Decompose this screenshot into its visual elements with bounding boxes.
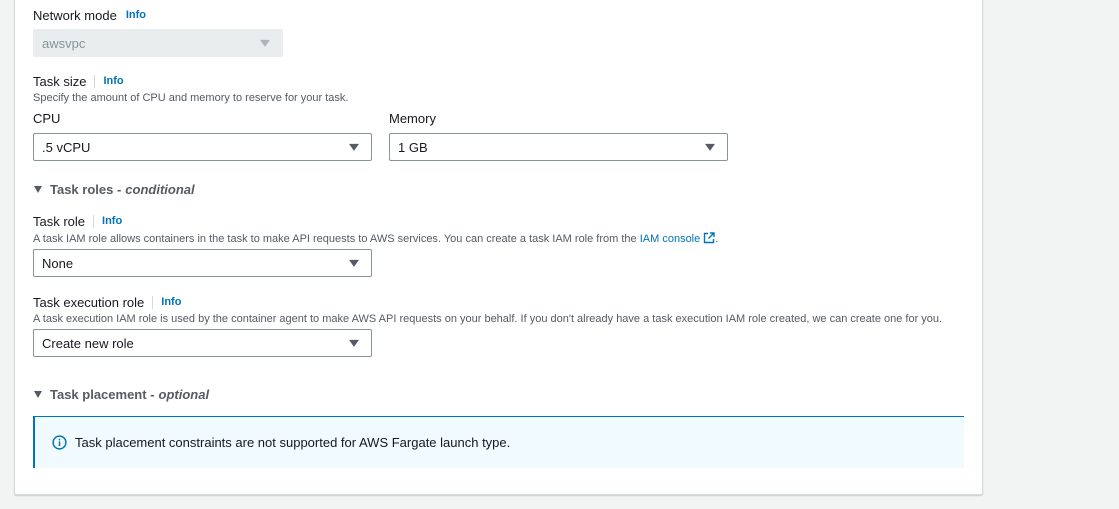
caret-down-icon [34,186,42,193]
task-size-label-row: Task size Info [33,73,124,89]
divider [93,214,95,228]
info-circle-icon [52,435,67,450]
iam-console-link-text: IAM console [639,233,701,245]
task-placement-section-toggle[interactable]: Task placement - optional [34,387,209,402]
memory-select[interactable]: 1 GB [389,133,728,161]
task-placement-alert-text: Task placement constraints are not suppo… [75,435,511,450]
network-mode-label: Network mode [33,7,117,23]
chevron-down-icon [349,339,359,347]
cpu-select[interactable]: .5 vCPU [33,133,372,161]
memory-value: 1 GB [398,139,428,155]
task-size-label: Task size [33,73,87,89]
task-role-description-text: A task IAM role allows containers in the… [33,233,637,245]
task-role-label: Task role [33,213,86,229]
task-placement-title: Task placement - [50,387,155,402]
task-role-value: None [42,255,74,271]
network-mode-value: awsvpc [42,35,86,51]
network-mode-select: awsvpc [33,29,283,57]
task-role-label-row: Task role Info [33,213,122,229]
task-placement-info-alert: Task placement constraints are not suppo… [33,416,964,468]
task-execution-role-value: Create new role [42,335,134,351]
memory-label: Memory [389,111,436,126]
network-mode-info-link[interactable]: Info [126,9,146,21]
task-role-select[interactable]: None [33,249,372,277]
task-execution-role-info-link[interactable]: Info [161,296,181,308]
task-roles-qualifier: conditional [125,182,195,197]
task-role-description: A task IAM role allows containers in the… [33,232,718,245]
task-size-description: Specify the amount of CPU and memory to … [33,92,349,104]
task-placement-qualifier: optional [158,387,210,402]
divider [94,74,96,88]
external-link-icon [704,232,715,244]
task-execution-role-label: Task execution role [33,294,145,310]
chevron-down-icon [705,143,715,151]
chevron-down-icon [260,39,270,47]
task-role-description-suffix: . [715,233,719,245]
task-role-info-link[interactable]: Info [102,215,122,227]
task-execution-role-select[interactable]: Create new role [33,329,372,357]
task-roles-title: Task roles - [50,182,122,197]
chevron-down-icon [349,143,359,151]
cpu-label: CPU [33,111,61,126]
iam-console-link[interactable]: IAM console [639,232,716,245]
network-mode-label-row: Network mode Info [33,7,146,23]
task-roles-section-toggle[interactable]: Task roles - conditional [34,182,195,197]
task-size-info-link[interactable]: Info [103,75,123,87]
divider [152,295,154,309]
task-execution-role-label-row: Task execution role Info [33,294,181,310]
caret-down-icon [34,391,42,398]
task-execution-role-description: A task execution IAM role is used by the… [33,313,943,325]
cpu-value: .5 vCPU [42,139,91,155]
chevron-down-icon [349,259,359,267]
